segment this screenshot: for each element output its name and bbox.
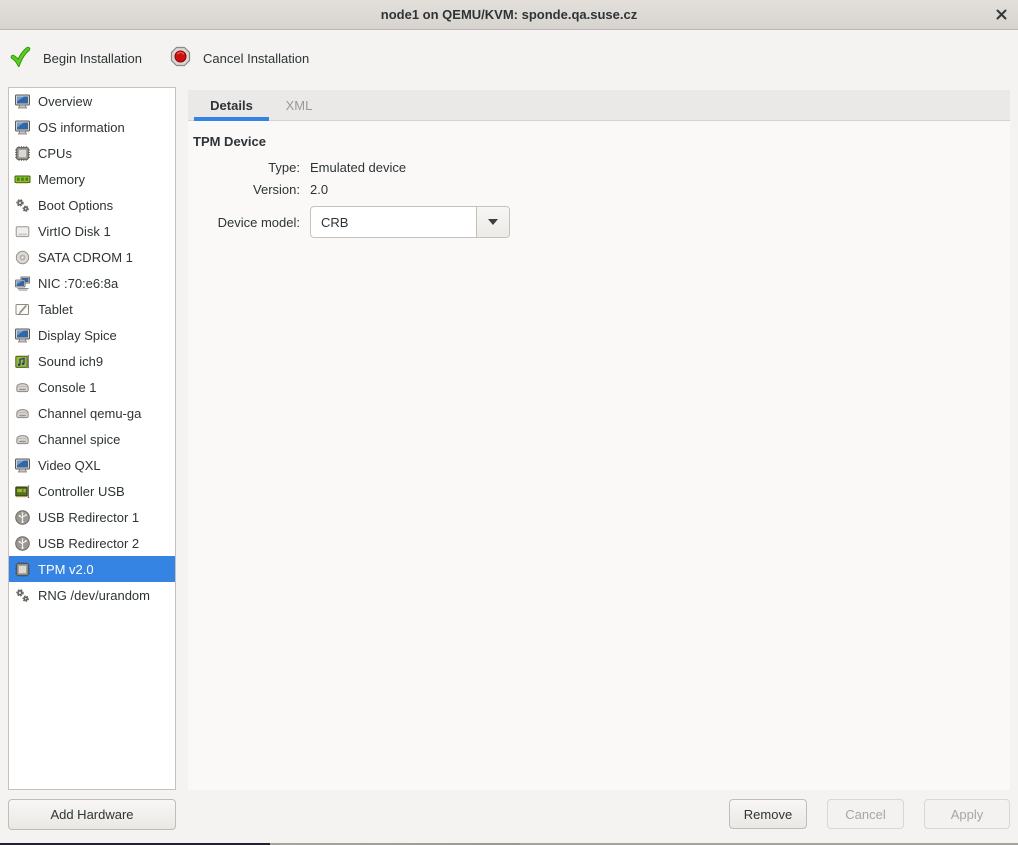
sidebar-item-label: Sound ich9 [38, 354, 103, 369]
usb-icon [13, 535, 31, 552]
sidebar-item-label: TPM v2.0 [38, 562, 94, 577]
sidebar-item-channel-qemu-ga[interactable]: Channel qemu-ga [9, 400, 175, 426]
sidebar-item-sata-cdrom-1[interactable]: SATA CDROM 1 [9, 244, 175, 270]
type-label: Type: [193, 160, 300, 175]
sidebar-item-usb-redirector-2[interactable]: USB Redirector 2 [9, 530, 175, 556]
sidebar-item-os-information[interactable]: OS information [9, 114, 175, 140]
memory-icon [13, 171, 31, 188]
stop-icon [170, 46, 191, 70]
sidebar-item-tpm-v2-0[interactable]: TPM v2.0 [9, 556, 175, 582]
console-icon [13, 379, 31, 396]
sidebar-item-controller-usb[interactable]: Controller USB [9, 478, 175, 504]
cancel-button[interactable]: Cancel [827, 799, 904, 829]
sidebar-item-label: Boot Options [38, 198, 113, 213]
remove-button[interactable]: Remove [729, 799, 807, 829]
console-icon [13, 405, 31, 422]
check-icon [10, 46, 31, 70]
sidebar-item-label: Memory [38, 172, 85, 187]
tab-xml[interactable]: XML [269, 90, 329, 120]
close-icon[interactable] [990, 4, 1012, 26]
sidebar-item-label: RNG /dev/urandom [38, 588, 150, 603]
usb-icon [13, 509, 31, 526]
sidebar-item-label: Video QXL [38, 458, 101, 473]
sidebar-item-label: NIC :70:e6:8a [38, 276, 118, 291]
sidebar-item-label: VirtIO Disk 1 [38, 224, 111, 239]
cdrom-icon [13, 249, 31, 266]
vm-config-window: node1 on QEMU/KVM: sponde.qa.suse.cz Beg… [0, 0, 1018, 845]
sidebar-item-label: Controller USB [38, 484, 125, 499]
sidebar-item-label: CPUs [38, 146, 72, 161]
hardware-list: Overview OS information CPUs Memory Boot… [8, 87, 176, 790]
sidebar-item-console-1[interactable]: Console 1 [9, 374, 175, 400]
add-hardware-label: Add Hardware [50, 807, 133, 822]
sidebar-item-label: SATA CDROM 1 [38, 250, 133, 265]
apply-button[interactable]: Apply [924, 799, 1010, 829]
sidebar-item-overview[interactable]: Overview [9, 88, 175, 114]
add-hardware-button[interactable]: Add Hardware [8, 799, 176, 830]
version-value: 2.0 [310, 182, 1010, 197]
sidebar-item-virtio-disk-1[interactable]: VirtIO Disk 1 [9, 218, 175, 244]
tab-strip: Details XML [188, 90, 1010, 121]
chevron-down-icon [488, 219, 498, 225]
sidebar-item-label: USB Redirector 2 [38, 536, 139, 551]
cancel-installation-label: Cancel Installation [203, 51, 309, 66]
sidebar-item-label: Display Spice [38, 328, 117, 343]
main-pane: Details XML TPM Device Type: Emulated de… [188, 90, 1010, 790]
console-icon [13, 431, 31, 448]
sidebar-item-label: Channel spice [38, 432, 120, 447]
device-model-select[interactable]: CRB [310, 206, 510, 238]
begin-installation-label: Begin Installation [43, 51, 142, 66]
sidebar-item-boot-options[interactable]: Boot Options [9, 192, 175, 218]
sidebar-item-rng-dev-urandom[interactable]: RNG /dev/urandom [9, 582, 175, 608]
sidebar-item-label: Overview [38, 94, 92, 109]
monitor-icon [13, 457, 31, 474]
gears-icon [13, 587, 31, 604]
sidebar-item-sound-ich9[interactable]: Sound ich9 [9, 348, 175, 374]
sidebar-item-tablet[interactable]: Tablet [9, 296, 175, 322]
monitor-icon [13, 119, 31, 136]
titlebar: node1 on QEMU/KVM: sponde.qa.suse.cz [0, 0, 1018, 30]
nic-icon [13, 275, 31, 292]
toolbar: Begin Installation Cancel Installation [0, 30, 1018, 86]
begin-installation-button[interactable]: Begin Installation [10, 46, 142, 70]
window-title: node1 on QEMU/KVM: sponde.qa.suse.cz [381, 7, 637, 22]
tab-details[interactable]: Details [194, 90, 269, 120]
chip-icon [13, 561, 31, 578]
sidebar-item-label: Channel qemu-ga [38, 406, 141, 421]
gears-icon [13, 197, 31, 214]
sidebar-item-channel-spice[interactable]: Channel spice [9, 426, 175, 452]
sidebar-item-usb-redirector-1[interactable]: USB Redirector 1 [9, 504, 175, 530]
tablet-icon [13, 301, 31, 318]
tpm-fields: Type: Emulated device Version: 2.0 [193, 160, 1010, 197]
sidebar-item-video-qxl[interactable]: Video QXL [9, 452, 175, 478]
device-model-value: CRB [311, 215, 476, 230]
sound-icon [13, 353, 31, 370]
sidebar-item-nic-70-e6-8a[interactable]: NIC :70:e6:8a [9, 270, 175, 296]
sidebar-item-cpus[interactable]: CPUs [9, 140, 175, 166]
sidebar-item-label: Console 1 [38, 380, 97, 395]
device-model-row: Device model: CRB [193, 206, 1010, 238]
controller-icon [13, 483, 31, 500]
sidebar-item-label: OS information [38, 120, 125, 135]
details-content: TPM Device Type: Emulated device Version… [188, 121, 1010, 790]
monitor-icon [13, 93, 31, 110]
disk-icon [13, 223, 31, 240]
dropdown-button[interactable] [476, 207, 509, 237]
type-value: Emulated device [310, 160, 1010, 175]
chip-icon [13, 145, 31, 162]
cancel-installation-button[interactable]: Cancel Installation [170, 46, 309, 70]
version-label: Version: [193, 182, 300, 197]
sidebar-item-display-spice[interactable]: Display Spice [9, 322, 175, 348]
section-title: TPM Device [193, 134, 1010, 149]
sidebar-item-label: USB Redirector 1 [38, 510, 139, 525]
device-model-label: Device model: [193, 215, 300, 230]
monitor-icon [13, 327, 31, 344]
sidebar-item-memory[interactable]: Memory [9, 166, 175, 192]
sidebar-item-label: Tablet [38, 302, 73, 317]
